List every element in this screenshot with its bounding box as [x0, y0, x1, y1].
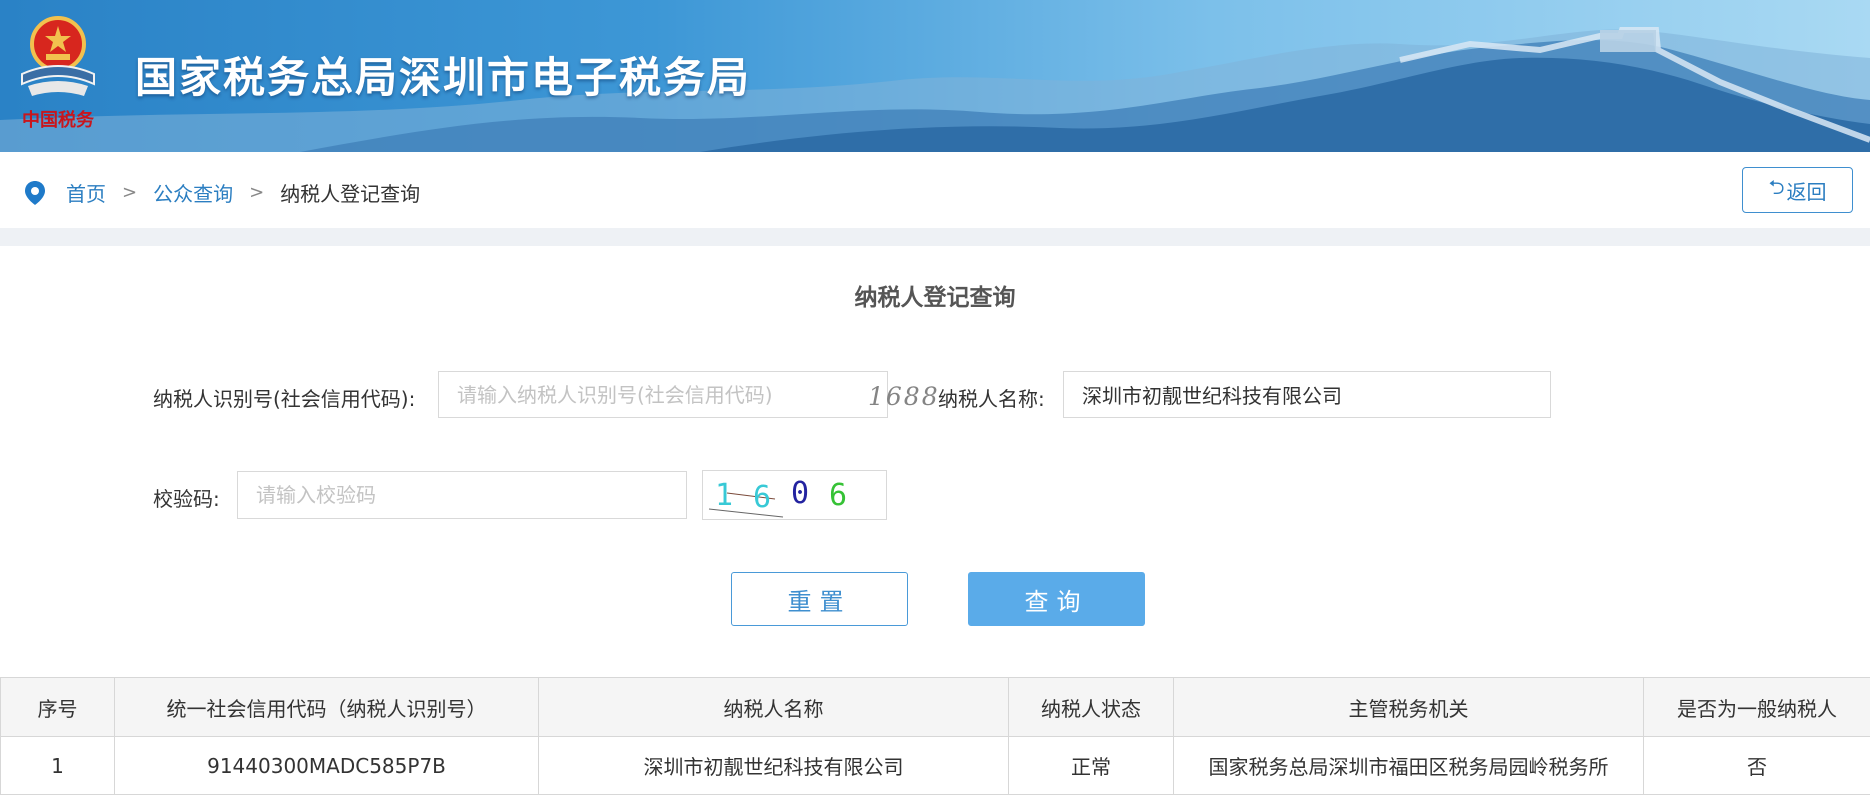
general-taxpayer-cell: 否 [1644, 737, 1870, 795]
results-table: 序号 统一社会信用代码（纳税人识别号） 纳税人名称 纳税人状态 主管税务机关 是… [0, 677, 1870, 795]
captcha-image[interactable]: 1 6 0 6 [702, 470, 887, 520]
breadcrumb-current-page: 纳税人登记查询 [280, 178, 420, 207]
breadcrumb-bar: 首页 > 公众查询 > 纳税人登记查询 ⮌ 返回 [0, 152, 1870, 228]
return-arrow-icon: ⮌ [1768, 173, 1784, 207]
table-header-row: 序号 统一社会信用代码（纳税人识别号） 纳税人名称 纳税人状态 主管税务机关 是… [1, 678, 1870, 737]
column-header: 是否为一般纳税人 [1644, 678, 1870, 737]
watermark-text: 1688 [868, 382, 940, 411]
column-header: 纳税人名称 [539, 678, 1009, 737]
svg-text:中国税务: 中国税务 [22, 109, 95, 131]
tax-authority-cell: 国家税务总局深圳市福田区税务局园岭税务所 [1174, 737, 1644, 795]
column-header: 统一社会信用代码（纳税人识别号） [115, 678, 539, 737]
query-button[interactable]: 查询 [968, 572, 1145, 626]
breadcrumb: 首页 > 公众查询 > 纳税人登记查询 [24, 178, 420, 207]
row-index-cell: 1 [1, 737, 115, 795]
column-header: 纳税人状态 [1009, 678, 1174, 737]
captcha-char: 6 [829, 478, 847, 513]
taxpayer-id-label: 纳税人识别号(社会信用代码): [153, 383, 415, 412]
taxpayer-name-cell: 深圳市初靓世纪科技有限公司 [539, 737, 1009, 795]
breadcrumb-separator: > [122, 182, 137, 203]
site-banner: 中国税务 国家税务总局深圳市电子税务局 [0, 0, 1870, 152]
taxpayer-name-label: 纳税人名称: [938, 383, 1045, 412]
back-button[interactable]: ⮌ 返回 [1742, 167, 1853, 213]
captcha-input[interactable] [237, 471, 687, 519]
taxpayer-name-input[interactable] [1063, 371, 1551, 418]
captcha-label: 校验码: [153, 483, 220, 512]
reset-button[interactable]: 重置 [731, 572, 908, 626]
credit-code-cell: 91440300MADC585P7B [115, 737, 539, 795]
captcha-char: 1 [715, 478, 733, 513]
form-title: 纳税人登记查询 [0, 278, 1870, 312]
table-row: 1 91440300MADC585P7B 深圳市初靓世纪科技有限公司 正常 国家… [1, 737, 1870, 795]
tax-emblem-logo: 中国税务 [10, 10, 106, 136]
taxpayer-status-cell: 正常 [1009, 737, 1174, 795]
section-divider [0, 228, 1870, 246]
column-header: 主管税务机关 [1174, 678, 1644, 737]
location-pin-icon [24, 180, 46, 206]
captcha-char: 0 [791, 476, 809, 511]
captcha-char: 6 [753, 480, 771, 515]
back-button-label: 返回 [1787, 176, 1827, 205]
taxpayer-id-input[interactable] [438, 371, 888, 418]
breadcrumb-public-query-link[interactable]: 公众查询 [153, 178, 233, 207]
breadcrumb-separator: > [249, 182, 264, 203]
column-header: 序号 [1, 678, 115, 737]
site-title: 国家税务总局深圳市电子税务局 [135, 44, 751, 105]
breadcrumb-home-link[interactable]: 首页 [66, 178, 106, 207]
